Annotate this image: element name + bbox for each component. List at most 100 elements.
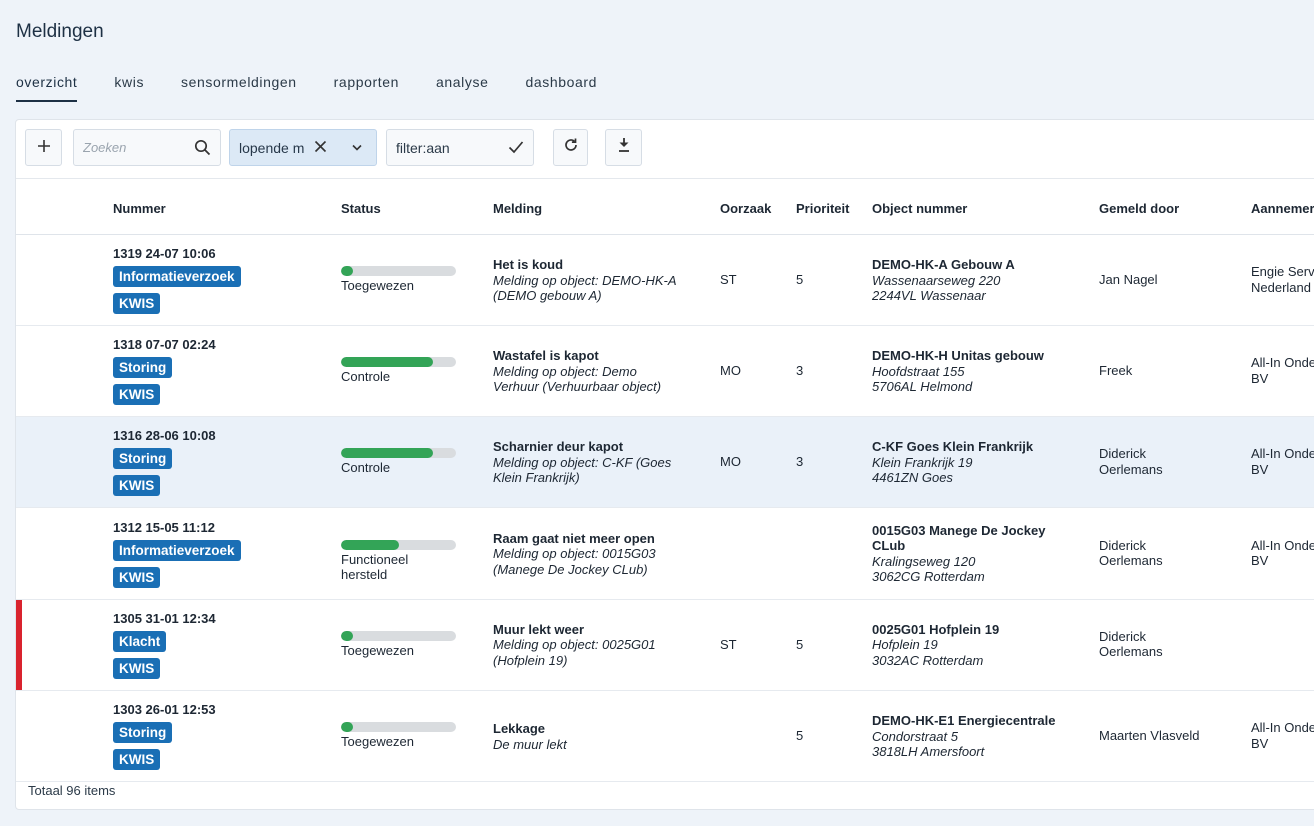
gemeld-door-name: Diderick (1099, 537, 1146, 553)
row-number: 1303 26-01 12:53 (113, 702, 216, 717)
chevron-down-icon[interactable] (350, 140, 364, 159)
table-row[interactable]: 1318 07-07 02:24 Storing KWIS Controle W… (16, 326, 1314, 418)
object-cell: C-KF Goes Klein Frankrijk Klein Frankrij… (872, 439, 1087, 486)
column-header-prioriteit[interactable]: Prioriteit (796, 201, 849, 216)
object-address: Klein Frankrijk 19 (872, 454, 973, 470)
status-text: Toegewezen (341, 643, 414, 659)
status-filter-select[interactable]: lopende m (229, 129, 377, 166)
melding-description: Melding op object: 0015G03 (493, 546, 656, 562)
column-header-object-nummer[interactable]: Object nummer (872, 201, 967, 216)
close-icon[interactable] (313, 139, 328, 159)
type-badge: Storing (113, 722, 173, 743)
status-label: Functioneel (341, 551, 409, 567)
type-badge-label: Storing (113, 357, 173, 379)
melding-title: Raam gaat niet meer open (493, 530, 655, 546)
gemeld-door-name-line2: Oerlemans (1099, 553, 1163, 569)
status-text: Functioneel hersteld (341, 552, 408, 583)
aannemer-cell: Engie Serv Nederland (1251, 264, 1314, 295)
object-city: 3062CG Rotterdam (872, 569, 985, 585)
object-cell: 0015G03 Manege De Jockey CLub Kralingsew… (872, 523, 1087, 585)
search-box (73, 129, 221, 166)
tab-overzicht[interactable]: overzicht (16, 74, 78, 102)
object-title: DEMO-HK-E1 Energiecentrale (872, 713, 1056, 728)
download-icon (617, 137, 631, 158)
tab-dashboard[interactable]: dashboard (525, 74, 597, 102)
column-header-aannemer[interactable]: Aannemer (1251, 201, 1314, 216)
meldingen-card: lopende m filter:aan Nummer (15, 119, 1314, 810)
tag-badge: KWIS (113, 566, 161, 588)
aannemer-name-line2: Nederland (1251, 279, 1311, 295)
status-progress-fill (341, 357, 433, 368)
column-header-status[interactable]: Status (341, 201, 381, 216)
type-badge: Informatieverzoek (113, 539, 241, 561)
object-title-line2: CLub (872, 538, 906, 554)
search-input[interactable] (83, 140, 193, 155)
gemeld-door-cell: Jan Nagel (1099, 272, 1158, 288)
melding-cell: Muur lekt weer Melding op object: 0025G0… (493, 622, 703, 669)
melding-description: De muur lekt (493, 736, 567, 752)
filter-toggle[interactable]: filter:aan (386, 129, 534, 166)
melding-title: Lekkage (493, 721, 546, 736)
aannemer-name-line2: BV (1251, 370, 1269, 386)
table-row[interactable]: 1303 26-01 12:53 Storing KWIS Toegewezen… (16, 691, 1314, 782)
type-badge-label: Informatieverzoek (113, 266, 241, 287)
melding-description-line2: Verhuur (Verhuurbaar object) (493, 379, 662, 395)
object-title: 0025G01 Hofplein 19 (872, 621, 1000, 637)
oorzaak-value: ST (720, 636, 737, 652)
tag-badge: KWIS (113, 657, 161, 679)
status-filter-value: lopende m (239, 139, 305, 156)
table-row[interactable]: 1305 31-01 12:34 Klacht KWIS Toegewezen … (16, 599, 1314, 691)
melding-description: Melding op object: DEMO-HK-A (493, 272, 677, 288)
status-progress-bar (341, 266, 456, 276)
object-title: DEMO-HK-A Gebouw A (872, 257, 1015, 272)
add-button[interactable] (25, 129, 62, 166)
table-row[interactable]: 1319 24-07 10:06 Informatieverzoek KWIS … (16, 235, 1314, 326)
aannemer-name: All-In Onde (1251, 720, 1314, 735)
status-text: Controle (341, 369, 390, 385)
column-header-nummer[interactable]: Nummer (113, 201, 166, 216)
search-icon[interactable] (194, 139, 211, 161)
oorzaak-value: MO (720, 454, 741, 470)
column-header-melding[interactable]: Melding (493, 201, 542, 216)
toolbar: lopende m filter:aan (16, 120, 1314, 178)
object-title: DEMO-HK-H Unitas gebouw (872, 348, 1044, 364)
type-badge: Klacht (113, 630, 167, 652)
gemeld-door-name-line2: Oerlemans (1099, 644, 1163, 660)
status-progress-fill (341, 539, 399, 550)
total-count: Totaal 96 items (28, 783, 116, 798)
status-progress-bar (341, 357, 456, 368)
prioriteit-value: 5 (796, 636, 804, 652)
column-header-oorzaak[interactable]: Oorzaak (720, 201, 771, 216)
download-button[interactable] (605, 129, 642, 166)
tab-rapporten[interactable]: rapporten (334, 74, 399, 102)
tag-badge-label: KWIS (113, 384, 161, 406)
object-city: 2244VL Wassenaar (872, 288, 986, 303)
aannemer-name: All-In Onde (1251, 446, 1314, 462)
object-address: Wassenaarseweg 220 (872, 272, 1001, 288)
melding-cell: Lekkage De muur lekt (493, 721, 703, 752)
tab-analyse[interactable]: analyse (436, 74, 488, 102)
row-number: 1318 07-07 02:24 (113, 337, 216, 353)
column-header-gemeld-door[interactable]: Gemeld door (1099, 201, 1179, 216)
object-title: C-KF Goes Klein Frankrijk (872, 439, 1034, 455)
row-number: 1316 28-06 10:08 (113, 428, 216, 444)
aannemer-cell: All-In Onde BV (1251, 538, 1314, 569)
table-row[interactable]: 1316 28-06 10:08 Storing KWIS Controle S… (16, 417, 1314, 509)
aannemer-cell: All-In Onde BV (1251, 720, 1314, 751)
tab-kwis[interactable]: kwis (114, 74, 144, 102)
object-city: 4461ZN Goes (872, 470, 953, 486)
table-row[interactable]: 1312 15-05 11:12 Informatieverzoek KWIS … (16, 508, 1314, 600)
status-text: Toegewezen (341, 278, 414, 294)
melding-description: Melding op object: C-KF (Goes (493, 454, 672, 470)
aannemer-name-line2: BV (1251, 553, 1269, 569)
object-cell: DEMO-HK-H Unitas gebouw Hoofdstraat 155 … (872, 348, 1087, 395)
status-label: Controle (341, 369, 391, 385)
object-cell: DEMO-HK-A Gebouw A Wassenaarseweg 220 22… (872, 257, 1087, 304)
tab-sensormeldingen[interactable]: sensormeldingen (181, 74, 297, 102)
melding-cell: Raam gaat niet meer open Melding op obje… (493, 531, 703, 578)
melding-title: Wastafel is kapot (493, 348, 599, 364)
gemeld-door-cell: Diderick Oerlemans (1099, 538, 1163, 569)
refresh-button[interactable] (553, 129, 588, 166)
status-progress-fill (341, 722, 353, 732)
tag-badge-label: KWIS (113, 566, 161, 588)
